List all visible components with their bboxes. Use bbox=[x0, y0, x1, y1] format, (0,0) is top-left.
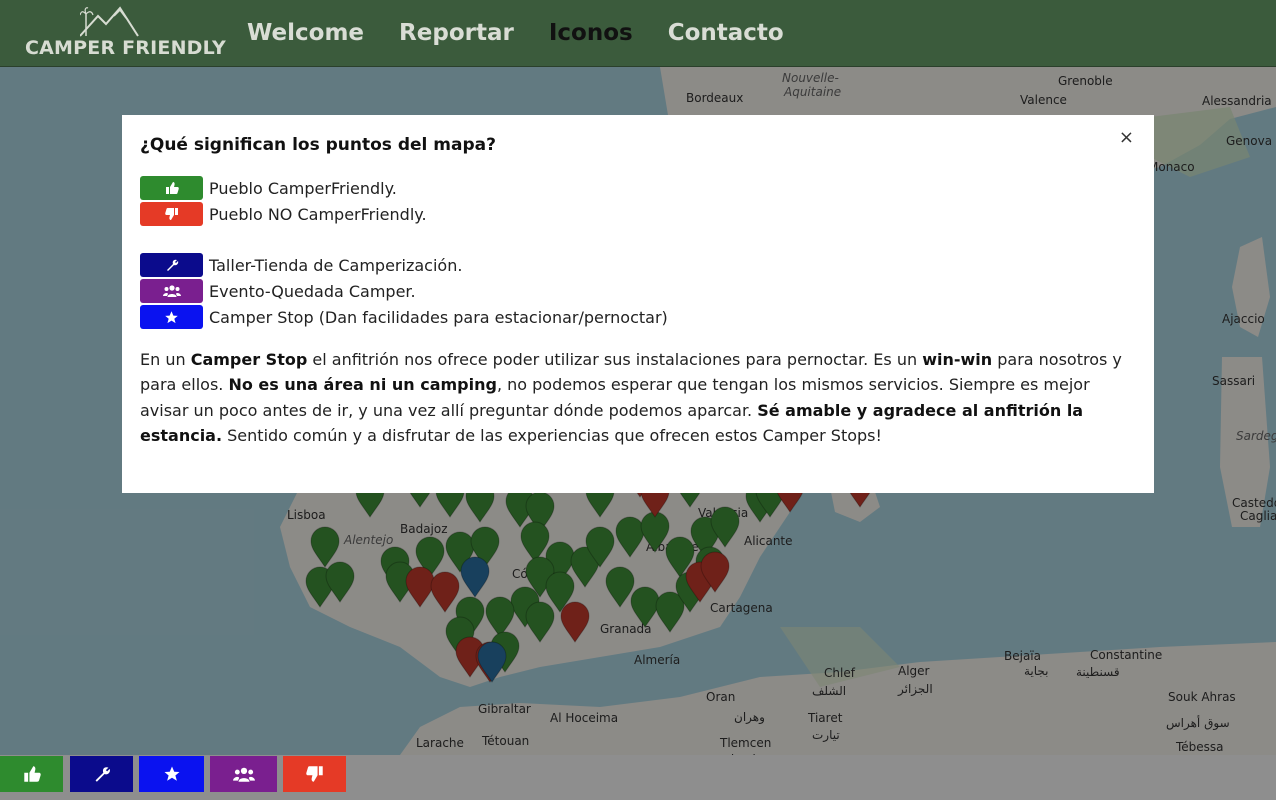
users-icon bbox=[232, 767, 255, 782]
filter-friendly-button[interactable] bbox=[0, 756, 63, 792]
nav-welcome[interactable]: Welcome bbox=[247, 20, 364, 46]
camper-friendly-logo[interactable]: CAMPER FRIENDLY bbox=[0, 0, 230, 67]
legend-row-workshop: Taller-Tienda de Camperización. bbox=[140, 252, 1136, 278]
logo-text: CAMPER FRIENDLY bbox=[25, 36, 226, 59]
wrench-icon bbox=[95, 767, 110, 782]
para-text-5: Sentido común y a disfrutar de las exper… bbox=[222, 425, 882, 445]
close-icon[interactable]: × bbox=[1119, 129, 1134, 147]
legend-chip-blue bbox=[140, 305, 203, 329]
mountain-logo-icon bbox=[80, 5, 139, 37]
icon-legend-modal: × ¿Qué significan los puntos del mapa? P… bbox=[122, 115, 1154, 493]
legend-label-event: Evento-Quedada Camper. bbox=[209, 281, 416, 301]
legend-label-workshop: Taller-Tienda de Camperización. bbox=[209, 255, 463, 275]
para-bold-3: No es una área ni un camping bbox=[228, 375, 497, 395]
top-navbar: CAMPER FRIENDLY Welcome Reportar Iconos … bbox=[0, 0, 1276, 67]
thumbs-up-icon bbox=[23, 766, 41, 782]
legend-chip-navy bbox=[140, 253, 203, 277]
para-bold-1: Camper Stop bbox=[190, 350, 308, 369]
legend-chip-red bbox=[140, 202, 203, 226]
thumbs-down-icon bbox=[305, 766, 323, 782]
legend-label-not-friendly: Pueblo NO CamperFriendly. bbox=[209, 204, 427, 224]
nav-contacto[interactable]: Contacto bbox=[668, 20, 784, 46]
filter-stop-button[interactable] bbox=[139, 756, 204, 792]
para-text-2: el anfitrión nos ofrece poder utilizar s… bbox=[307, 350, 923, 369]
legend-label-friendly: Pueblo CamperFriendly. bbox=[209, 178, 397, 198]
wrench-icon bbox=[166, 259, 178, 271]
para-bold-2: win-win bbox=[922, 350, 993, 369]
filter-event-button[interactable] bbox=[210, 756, 277, 792]
star-icon bbox=[164, 766, 179, 781]
star-icon bbox=[165, 310, 178, 323]
legend-row-not-friendly: Pueblo NO CamperFriendly. bbox=[140, 201, 1136, 227]
nav-reportar[interactable]: Reportar bbox=[399, 20, 514, 46]
legend-label-stop: Camper Stop (Dan facilidades para estaci… bbox=[209, 307, 668, 327]
filter-workshop-button[interactable] bbox=[70, 756, 133, 792]
legend-row-event: Evento-Quedada Camper. bbox=[140, 278, 1136, 304]
legend-row-stop: Camper Stop (Dan facilidades para estaci… bbox=[140, 304, 1136, 330]
legend-chip-purple bbox=[140, 279, 203, 303]
thumbs-up-icon bbox=[165, 182, 179, 194]
para-text-1: En un bbox=[140, 350, 191, 369]
filter-bar bbox=[0, 755, 1276, 800]
nav-iconos[interactable]: Iconos bbox=[549, 20, 633, 46]
legend-row-friendly: Pueblo CamperFriendly. bbox=[140, 175, 1136, 201]
modal-title: ¿Qué significan los puntos del mapa? bbox=[140, 135, 496, 155]
legend-chip-green bbox=[140, 176, 203, 200]
main-nav: Welcome Reportar Iconos Contacto bbox=[247, 0, 819, 67]
thumbs-down-icon bbox=[164, 208, 178, 220]
camper-stop-description: En un Camper Stop el anfitrión nos ofrec… bbox=[140, 347, 1130, 448]
filter-not-friendly-button[interactable] bbox=[283, 756, 346, 792]
users-icon bbox=[162, 285, 181, 297]
